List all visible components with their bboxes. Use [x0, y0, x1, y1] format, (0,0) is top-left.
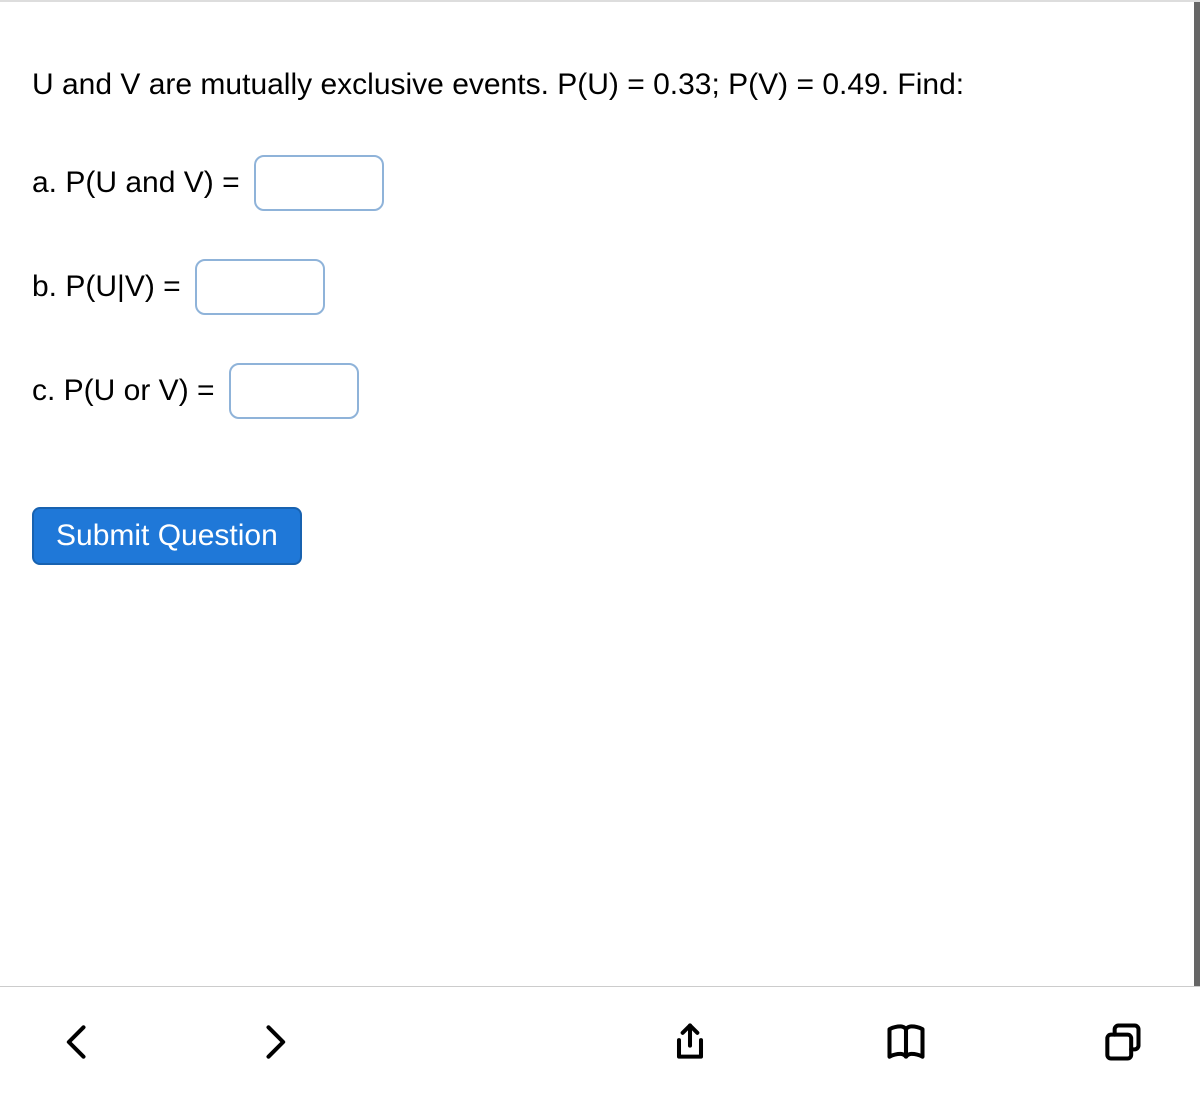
back-icon[interactable]	[50, 1014, 106, 1070]
part-b-label: b. P(U|V) =	[32, 270, 181, 304]
tabs-icon[interactable]	[1094, 1014, 1150, 1070]
part-a-label: a. P(U and V) =	[32, 166, 240, 200]
part-a-input[interactable]	[254, 155, 384, 211]
part-b-row: b. P(U|V) =	[32, 259, 1162, 315]
part-b-input[interactable]	[195, 259, 325, 315]
part-c-label: c. P(U or V) =	[32, 374, 215, 408]
question-content: U and V are mutually exclusive events. P…	[0, 2, 1200, 988]
part-c-input[interactable]	[229, 363, 359, 419]
toolbar-actions-group	[662, 1014, 1150, 1070]
book-icon[interactable]	[878, 1014, 934, 1070]
forward-icon[interactable]	[246, 1014, 302, 1070]
submit-button[interactable]: Submit Question	[32, 507, 302, 565]
question-prompt: U and V are mutually exclusive events. P…	[32, 62, 1162, 107]
part-a-row: a. P(U and V) =	[32, 155, 1162, 211]
toolbar-nav-group	[50, 1014, 302, 1070]
share-icon[interactable]	[662, 1014, 718, 1070]
part-c-row: c. P(U or V) =	[32, 363, 1162, 419]
browser-toolbar	[0, 986, 1200, 1096]
